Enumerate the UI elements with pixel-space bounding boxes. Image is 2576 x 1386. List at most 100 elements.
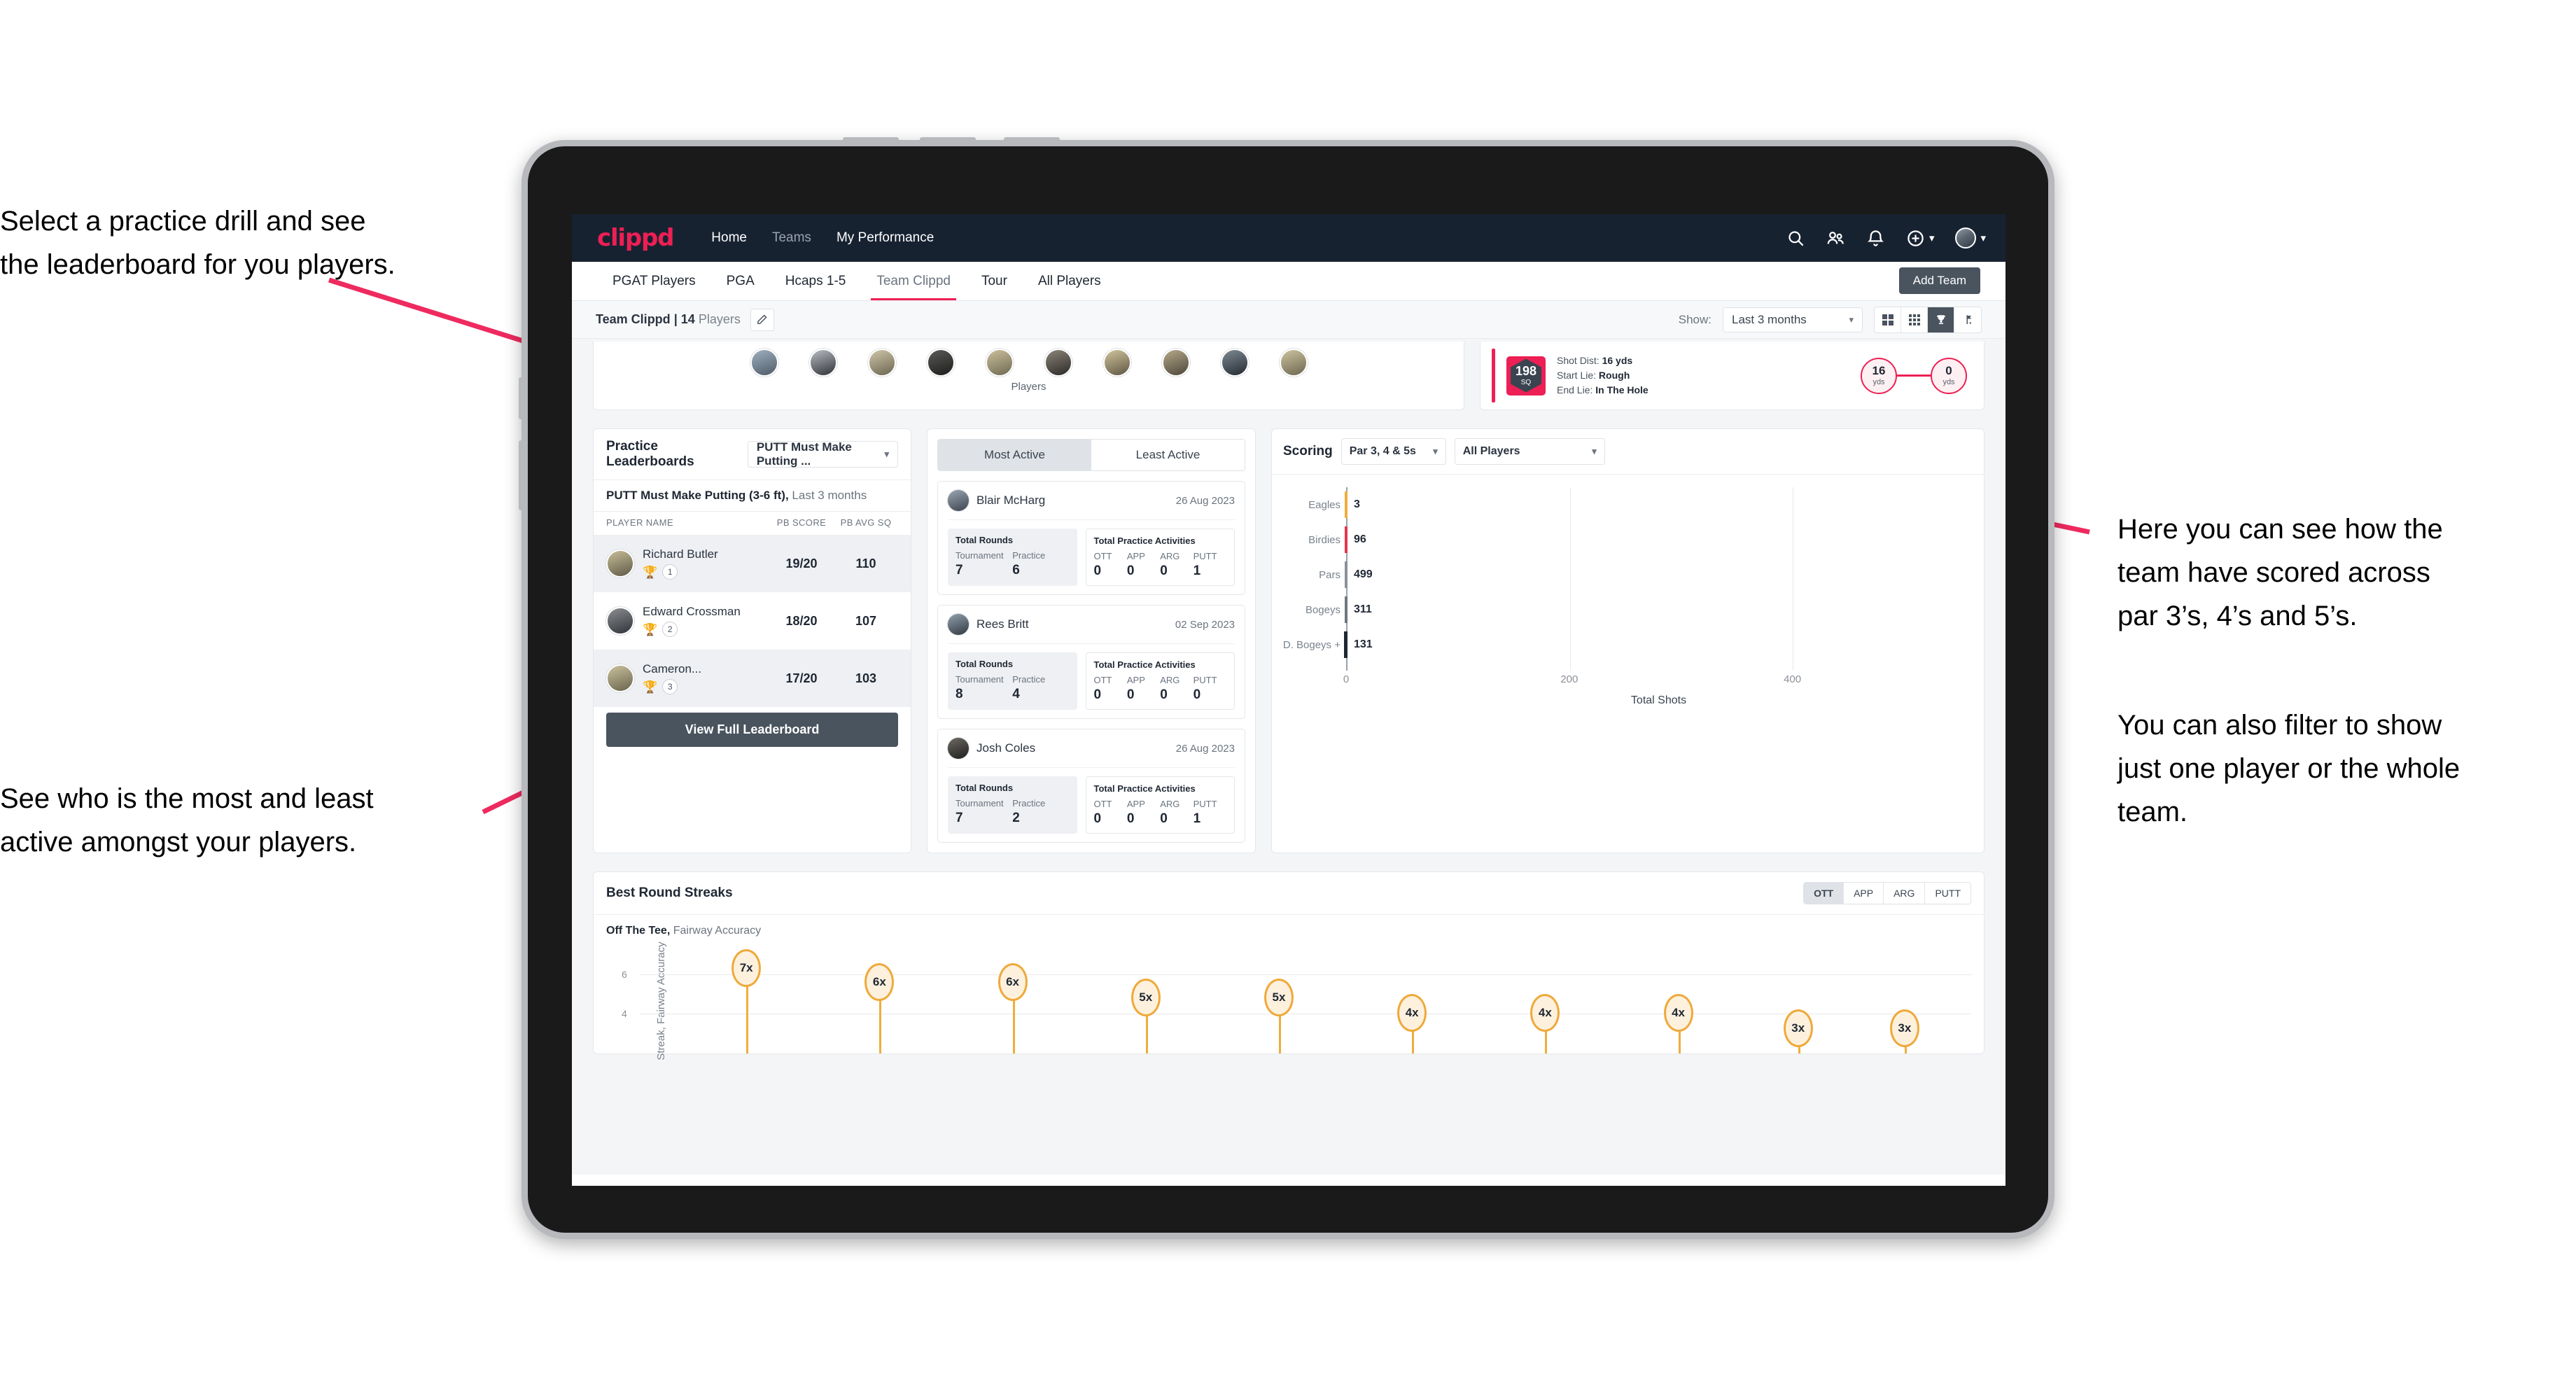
player-avatar[interactable]: [1279, 349, 1308, 377]
player-avatar[interactable]: [1102, 349, 1131, 377]
player-avatar[interactable]: [1161, 349, 1190, 377]
chevron-down-icon[interactable]: ▾: [1980, 233, 1986, 244]
list-item[interactable]: Rees Britt 02 Sep 2023 Total Rounds Tour…: [937, 605, 1245, 719]
tournament-stat: Tournament 8: [955, 674, 1012, 702]
player-avatar[interactable]: [808, 349, 837, 377]
player-avatar[interactable]: [1220, 349, 1249, 377]
list-item[interactable]: Blair McHarg 26 Aug 2023 Total Rounds To…: [937, 481, 1245, 595]
bar-value: 499: [1354, 568, 1373, 580]
pencil-icon: [757, 314, 767, 324]
search-icon[interactable]: [1786, 229, 1805, 248]
avatar[interactable]: [1955, 227, 1977, 248]
player-avatar[interactable]: [926, 349, 955, 377]
table-row[interactable]: Richard Butler 🏆 1 19/20 110: [594, 535, 911, 592]
tab-pgat-players[interactable]: PGAT Players: [597, 262, 711, 300]
clippd-logo[interactable]: clippd: [597, 224, 674, 252]
tab-most-active[interactable]: Most Active: [938, 440, 1091, 470]
nav-home[interactable]: Home: [699, 230, 760, 246]
annotation-bottom-left: See who is the most and least active amo…: [0, 783, 374, 858]
putt-label: PUTT: [1193, 675, 1217, 685]
tab-least-active[interactable]: Least Active: [1091, 440, 1245, 470]
player-filter-select[interactable]: All Players ▾: [1454, 438, 1605, 465]
player-avatar[interactable]: [985, 349, 1014, 377]
player-avatar[interactable]: [867, 349, 896, 377]
table-row[interactable]: Edward Crossman 🏆 2 18/20 107: [594, 592, 911, 650]
toggle-putt[interactable]: PUTT: [1925, 883, 1970, 904]
add-menu[interactable]: ▾: [1906, 229, 1935, 248]
top-row: Players 198 SQ Shot Dist: 16 yds Start L…: [593, 339, 1984, 410]
flag-icon-button[interactable]: [1954, 307, 1981, 332]
plus-circle-icon[interactable]: [1906, 229, 1925, 248]
drill-select[interactable]: PUTT Must Make Putting ... ▾: [747, 440, 898, 468]
team-tabs: PGAT Players PGA Hcaps 1-5 Team Clippd T…: [572, 262, 2005, 301]
player-rank-group: 🏆 3: [643, 679, 769, 694]
avatar: [606, 550, 634, 578]
practice-label: Practice: [1012, 674, 1046, 685]
category-label: Eagles: [1308, 498, 1340, 511]
streaks-chart: Streak, Fairway Accuracy 6 4 7x 6x 6x 5x…: [622, 941, 1971, 1060]
ott-value: 0: [1093, 564, 1102, 578]
list-item[interactable]: Josh Coles 26 Aug 2023 Total Rounds Tour…: [937, 729, 1245, 843]
player-name: Josh Coles: [976, 741, 1036, 755]
chevron-down-icon[interactable]: ▾: [1929, 233, 1935, 244]
tab-tour[interactable]: Tour: [966, 262, 1023, 300]
shot-quality-badge: 198 SQ: [1506, 356, 1546, 396]
date-range-select[interactable]: Last 3 months ▾: [1723, 307, 1863, 332]
grid-large-icon-button[interactable]: [1875, 307, 1901, 332]
bar-value: 311: [1354, 603, 1372, 615]
grid-small-icon-button[interactable]: [1901, 307, 1928, 332]
bell-icon[interactable]: [1866, 229, 1885, 248]
category-label: Pars: [1319, 568, 1340, 581]
player-avatar[interactable]: [1044, 349, 1072, 377]
nav-my-performance[interactable]: My Performance: [824, 230, 946, 246]
edit-team-button[interactable]: [750, 308, 774, 331]
practice-label: Practice: [1012, 550, 1046, 561]
drill-select-value: PUTT Must Make Putting ...: [756, 440, 852, 468]
toggle-arg[interactable]: ARG: [1884, 883, 1926, 904]
profile-menu[interactable]: ▾: [1955, 227, 1986, 248]
avatar: [606, 664, 634, 692]
add-team-button[interactable]: Add Team: [1898, 267, 1980, 294]
practice-activities-title: Total Practice Activities: [1093, 659, 1196, 670]
toggle-ott[interactable]: OTT: [1804, 883, 1844, 904]
x-tick-400: 400: [1784, 673, 1802, 685]
nav-teams[interactable]: Teams: [760, 230, 824, 246]
practice-value: 4: [1012, 687, 1020, 701]
show-label: Show:: [1678, 312, 1712, 326]
activity-stats: Total Rounds Tournament 7 Practice: [948, 519, 1235, 586]
practice-activities-values: OTT 0 APP 0 ARG: [1094, 551, 1227, 579]
column-pb-score: PB SCORE: [776, 517, 827, 528]
player-avatar[interactable]: [750, 349, 778, 377]
total-rounds-values: Tournament 7 Practice 2: [955, 798, 1070, 826]
chevron-down-icon: ▾: [1433, 446, 1438, 456]
table-row[interactable]: Cameron... 🏆 3 17/20 103: [594, 650, 911, 707]
tab-all-players[interactable]: All Players: [1023, 262, 1116, 300]
bar-value: 3: [1354, 498, 1360, 510]
bar-tip: [1345, 561, 1348, 588]
bar-eagles: Eagles 3: [1308, 491, 1360, 518]
practice-activities-title: Total Practice Activities: [1093, 536, 1196, 546]
arg-value: 0: [1160, 811, 1168, 826]
trophy-icon-button[interactable]: [1928, 307, 1954, 332]
bar-value: 96: [1354, 533, 1366, 545]
grid-large-icon: [1882, 314, 1893, 326]
view-full-leaderboard-button[interactable]: View Full Leaderboard: [606, 713, 898, 747]
pb-score-value: 19/20: [785, 556, 818, 570]
bar-tip: [1345, 491, 1348, 518]
tournament-stat: Tournament 7: [955, 550, 1012, 578]
arg-stat: ARG 0: [1160, 799, 1193, 827]
shot-detail-lines: Shot Dist: 16 yds Start Lie: Rough End L…: [1557, 354, 1648, 398]
app-label: APP: [1126, 799, 1145, 809]
tab-pga[interactable]: PGA: [711, 262, 770, 300]
tab-team-clippd[interactable]: Team Clippd: [861, 262, 966, 300]
tab-hcaps-1-5[interactable]: Hcaps 1-5: [770, 262, 862, 300]
streaks-y-axis-title: Streak, Fairway Accuracy: [655, 941, 668, 1060]
toggle-app[interactable]: APP: [1844, 883, 1884, 904]
best-round-streaks-card: Best Round Streaks OTT APP ARG PUTT Off …: [593, 872, 1984, 1060]
gridline-200: [1570, 487, 1572, 671]
people-icon[interactable]: [1826, 229, 1845, 248]
par-filter-select[interactable]: Par 3, 4 & 5s ▾: [1340, 438, 1446, 465]
total-rounds-title: Total Rounds: [955, 659, 1014, 669]
view-toggle-group: [1874, 306, 1982, 333]
practice-leaderboards-card: Practice Leaderboards PUTT Must Make Put…: [593, 428, 911, 853]
